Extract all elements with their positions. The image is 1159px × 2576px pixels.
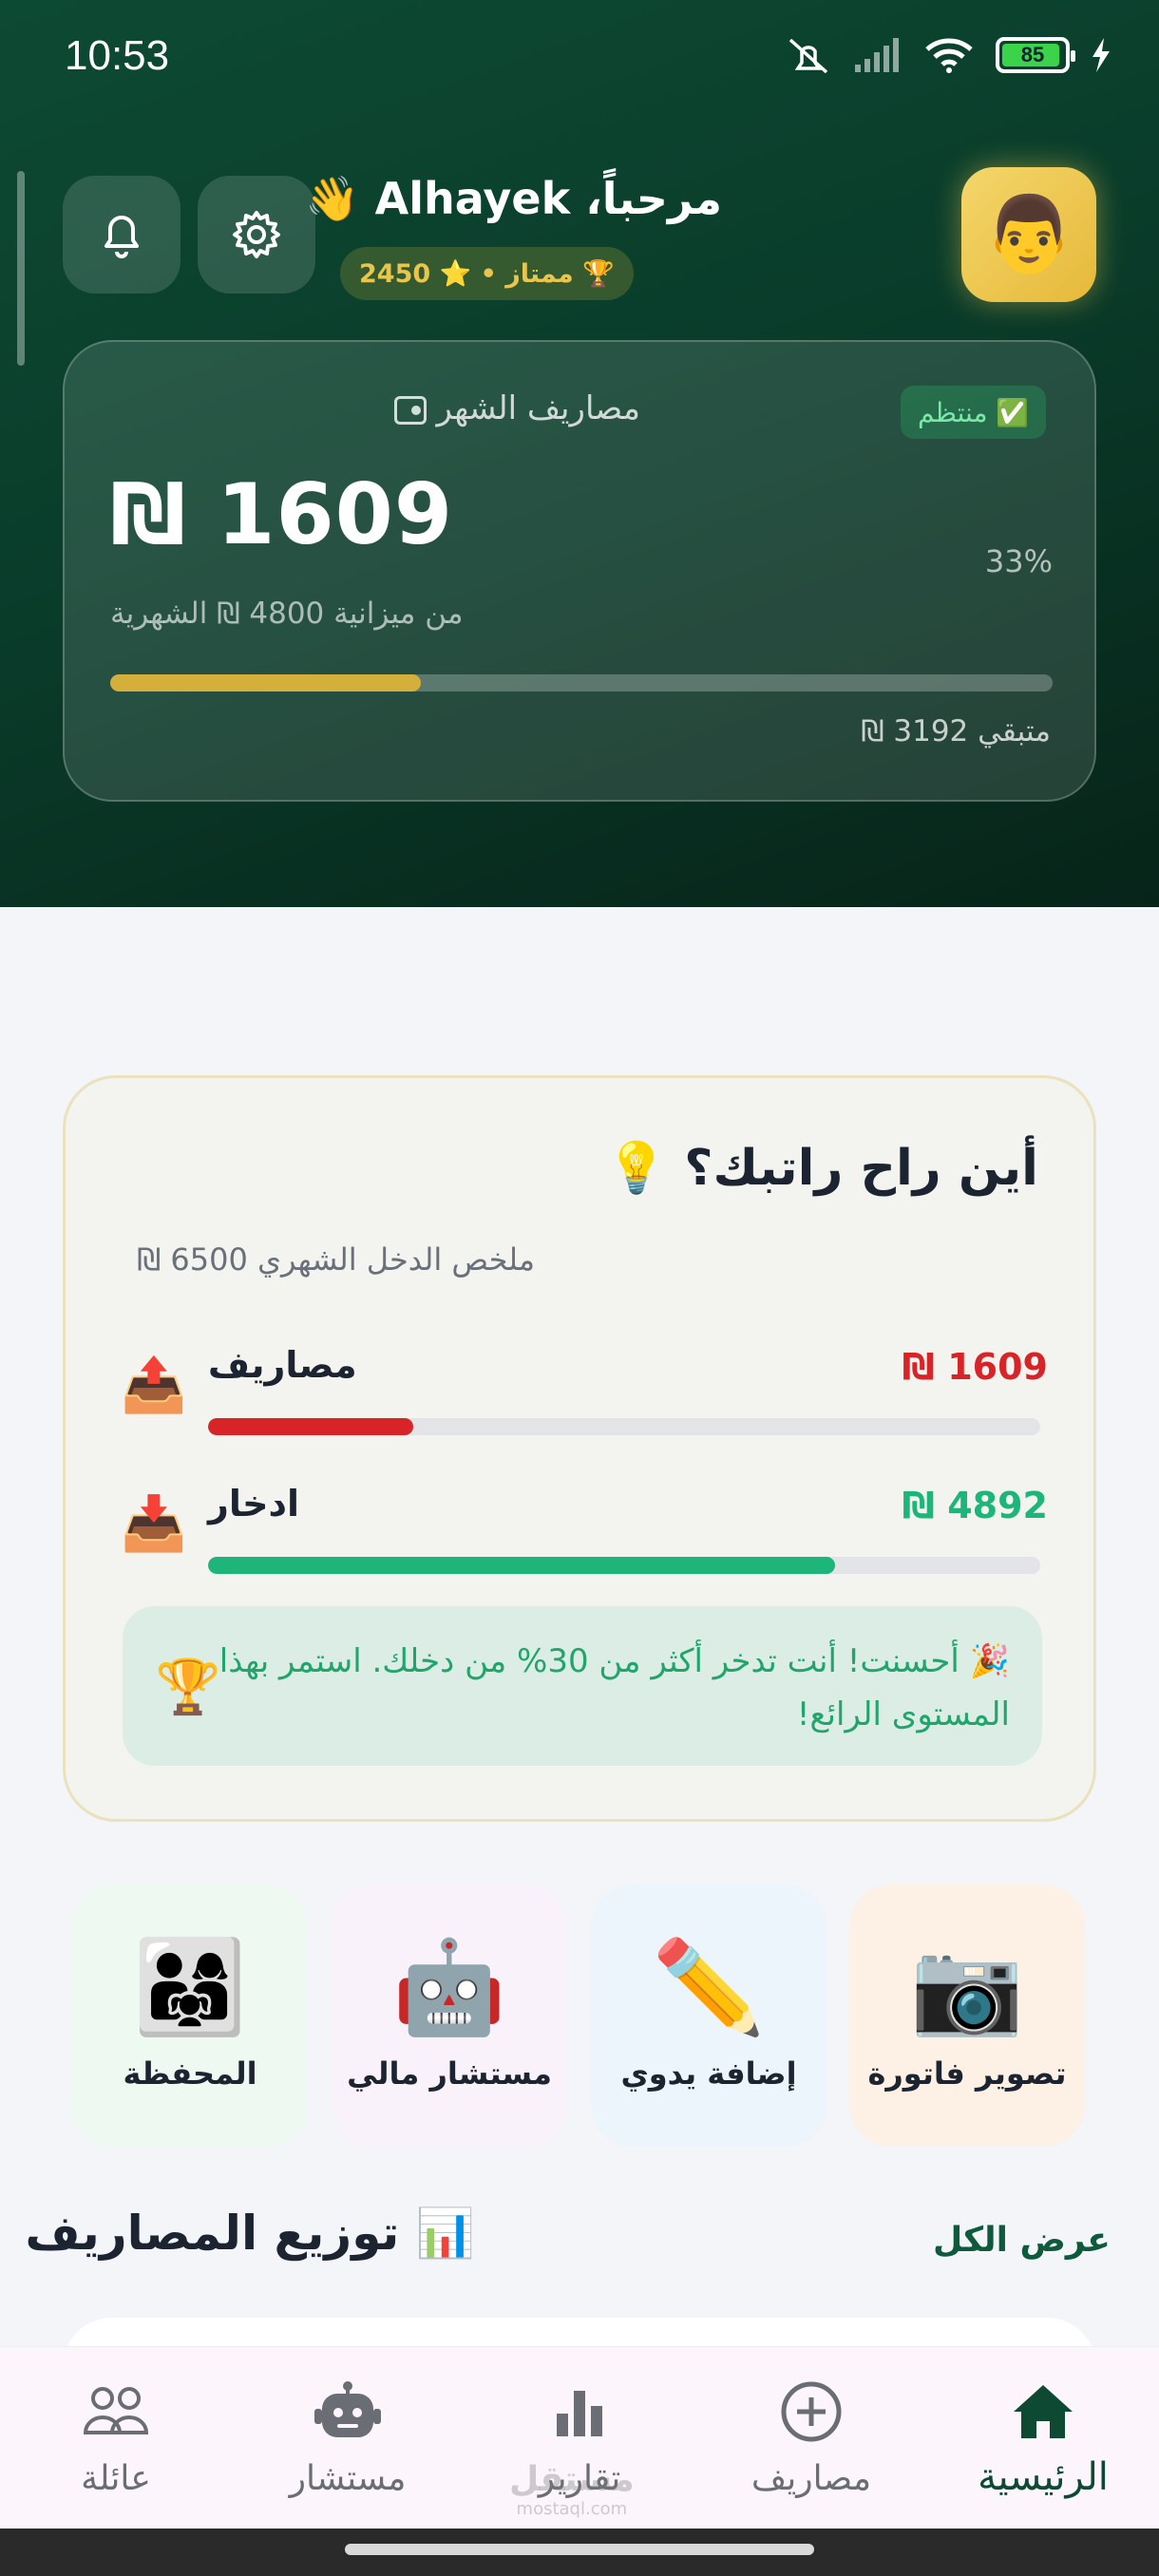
nav-advisor[interactable]: مستشار <box>232 2347 464 2529</box>
manual-add-button[interactable]: ✏️ إضافة يدوي <box>591 1885 826 2147</box>
signal-icon <box>855 38 899 72</box>
robot-icon <box>314 2381 381 2437</box>
savings-amount: ₪ 4892 <box>902 1485 1048 1526</box>
bar-chart-icon <box>557 2391 602 2436</box>
expenses-amount: ₪ 1609 <box>902 1346 1048 1388</box>
camera-icon: 📷 <box>910 1934 1024 2040</box>
status-bar: 10:53 85 <box>0 0 1159 114</box>
expenses-bar-fill <box>208 1418 414 1435</box>
salary-card-subtitle: ملخص الدخل الشهري 6500 ₪ <box>137 1241 535 1278</box>
nav-home[interactable]: الرئيسية <box>927 2347 1159 2529</box>
mute-vibrate-icon <box>788 38 828 74</box>
watermark-subtext: mostaql.com <box>516 2499 628 2519</box>
pencil-icon: ✏️ <box>652 1934 766 2040</box>
savings-bar <box>208 1557 1040 1574</box>
expenses-bar <box>208 1418 1040 1435</box>
expenses-row: 📤 مصاريف ₪ 1609 <box>121 1344 1048 1449</box>
inbox-tray-icon: 📥 <box>121 1493 187 1555</box>
home-icon <box>1014 2385 1073 2438</box>
financial-advisor-button[interactable]: 🤖 مستشار مالي <box>332 1885 567 2147</box>
wifi-icon <box>925 38 973 73</box>
scan-invoice-label: تصوير فاتورة <box>867 2055 1067 2092</box>
budget-progress-fill <box>110 674 422 691</box>
gesture-navigation-bar <box>0 2529 1159 2576</box>
monthly-expenses-card[interactable]: مصاريف الشهر ✅ منتظم ₪ 1609 33% من ميزان… <box>63 340 1096 802</box>
robot-icon: 🤖 <box>392 1934 506 2040</box>
nav-family[interactable]: عائلة <box>0 2347 232 2529</box>
charging-bolt-icon <box>1092 38 1110 72</box>
savings-label: ادخار <box>208 1483 300 1525</box>
savings-tip-text: 🎉 أحسنت! أنت تدخر أكثر من 30% من دخلك. ا… <box>218 1642 1010 1733</box>
status-icons: 85 <box>785 34 1112 76</box>
savings-row: 📥 ادخار ₪ 4892 <box>121 1483 1048 1587</box>
wallet-action-button[interactable]: 👨‍👩‍👧 المحفظة <box>72 1885 308 2147</box>
savings-tip: 🏆 🎉 أحسنت! أنت تدخر أكثر من 30% من دخلك.… <box>123 1606 1042 1766</box>
salary-card-title: أين راح راتبك؟ 💡 <box>605 1140 1038 1197</box>
quick-actions: 👨‍👩‍👧 المحفظة 🤖 مستشار مالي ✏️ إضافة يدو… <box>72 1885 1085 2147</box>
budget-percent: 33% <box>984 543 1053 579</box>
scroll-indicator <box>17 171 25 366</box>
family-icon: 👨‍👩‍👧 <box>133 1934 247 2040</box>
rank-badge[interactable]: 🏆 ممتاز • ⭐ 2450 <box>340 247 634 300</box>
watermark-text: مستقل <box>509 2460 635 2499</box>
watermark: مستقل mostaql.com <box>509 2460 635 2519</box>
nav-expenses[interactable]: مصاريف <box>695 2347 927 2529</box>
greeting-title: مرحباً، Alhayek 👋 <box>305 173 722 224</box>
add-circle-icon <box>781 2381 842 2442</box>
view-all-link[interactable]: عرض الكل <box>933 2221 1111 2260</box>
financial-advisor-label: مستشار مالي <box>347 2055 552 2092</box>
wallet-action-label: المحفظة <box>123 2055 257 2092</box>
monthly-expenses-title: مصاريف الشهر <box>436 389 640 427</box>
status-badge: ✅ منتظم <box>901 386 1047 439</box>
battery-indicator: 85 <box>996 37 1075 73</box>
budget-text: من ميزانية 4800 ₪ الشهرية <box>110 597 464 631</box>
family-icon <box>83 2387 149 2434</box>
nav-expenses-label: مصاريف <box>750 2459 872 2498</box>
outbox-tray-icon: 📤 <box>121 1354 187 1416</box>
savings-bar-fill <box>208 1557 835 1574</box>
scan-invoice-button[interactable]: 📷 تصوير فاتورة <box>849 1885 1085 2147</box>
battery-level: 85 <box>1020 43 1045 66</box>
manual-add-label: إضافة يدوي <box>620 2055 797 2092</box>
wallet-icon <box>393 395 427 425</box>
expense-distribution-title: 📊 توزيع المصاريف <box>25 2206 476 2261</box>
nav-home-label: الرئيسية <box>978 2455 1109 2499</box>
expenses-label: مصاريف <box>208 1344 357 1386</box>
monthly-expenses-amount: ₪ 1609 <box>110 465 454 563</box>
nav-family-label: عائلة <box>81 2459 151 2498</box>
salary-summary-card: أين راح راتبك؟ 💡 ملخص الدخل الشهري 6500 … <box>63 1075 1096 1822</box>
status-time: 10:53 <box>65 32 170 79</box>
avatar[interactable]: 👨 <box>961 167 1096 302</box>
bell-icon <box>104 216 139 258</box>
nav-advisor-label: مستشار <box>289 2459 407 2498</box>
monthly-expenses-title-row: مصاريف الشهر <box>241 389 640 427</box>
home-gesture-handle[interactable] <box>345 2544 814 2555</box>
budget-progress-bar <box>110 674 1053 691</box>
remaining-amount: متبقي 3192 ₪ <box>861 714 1051 748</box>
